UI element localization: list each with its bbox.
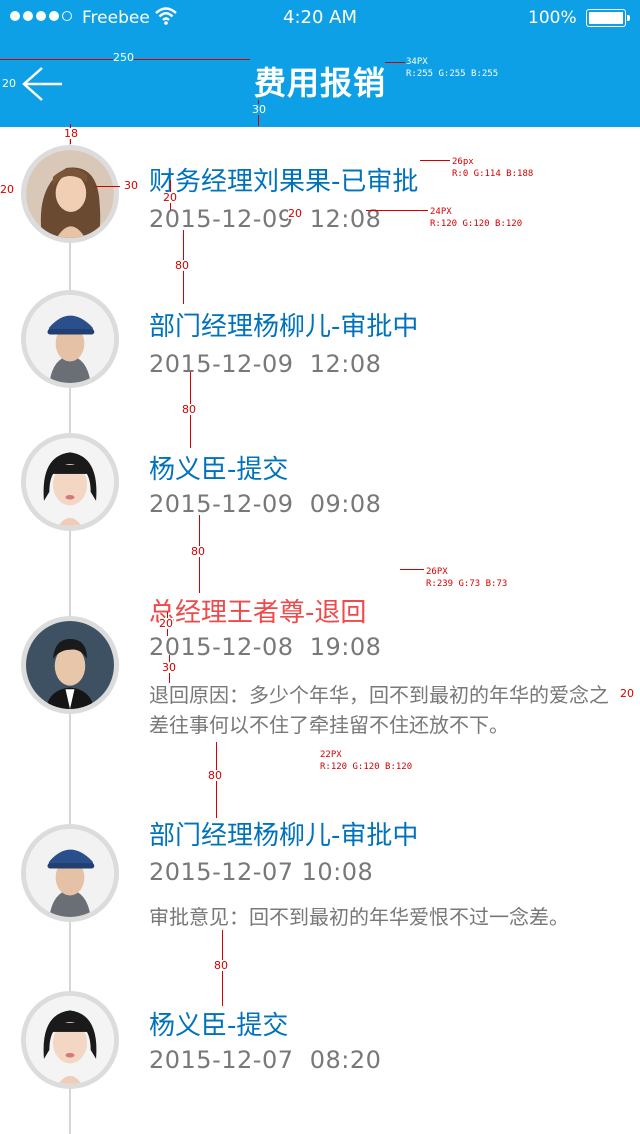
- measure-label: 20: [163, 191, 177, 204]
- measure-label: 20: [620, 687, 634, 700]
- timestamp: 2015-12-08 19:08: [149, 633, 382, 661]
- page-title: 费用报销: [253, 64, 386, 102]
- timestamp: 2015-12-09 12:08: [149, 350, 382, 378]
- navigation-header: Freebee 4:20 AM 100% 费用报销: [0, 0, 640, 127]
- timestamp: 2015-12-09 12:08: [149, 205, 382, 233]
- measure-label: 80: [214, 959, 228, 972]
- avatar: [21, 145, 119, 243]
- measure-label: 20: [2, 77, 16, 90]
- timestamp: 2015-12-07 10:08: [149, 858, 374, 886]
- measure-label: 250: [113, 51, 134, 64]
- spec-note: 26PX R:239 G:73 B:73: [426, 567, 508, 589]
- avatar: [21, 824, 119, 922]
- measure-line: [95, 186, 120, 187]
- measure-label: 30: [162, 661, 176, 674]
- measure-label: 80: [208, 769, 222, 782]
- avatar: [21, 290, 119, 388]
- measure-label: 18: [64, 127, 78, 140]
- status-bar: Freebee 4:20 AM 100%: [0, 0, 640, 36]
- reject-reason: 退回原因：多少个年华，回不到最初的年华的爱念之差往事何以不住了牵挂留不住还放不下…: [149, 683, 609, 737]
- measure-label: 80: [175, 259, 189, 272]
- spec-note: 34PX R:255 G:255 B:255: [406, 57, 499, 79]
- approver-name: 部门经理杨柳儿-审批中: [149, 821, 419, 851]
- avatar: [21, 991, 119, 1089]
- spec-note: 26px R:0 G:114 B:188: [452, 157, 534, 179]
- measure-label: 20: [0, 183, 14, 196]
- battery-icon: [586, 9, 630, 27]
- approval-comment: 审批意见：回不到最初的年华爱恨不过一念差。: [149, 905, 569, 929]
- approver-name: 杨义臣-提交: [149, 455, 289, 485]
- approver-name: 部门经理杨柳儿-审批中: [149, 312, 419, 342]
- battery-percentage: 100%: [528, 8, 577, 28]
- avatar: [21, 616, 119, 714]
- measure-line: [366, 210, 428, 211]
- measure-line: [385, 62, 405, 63]
- timestamp: 2015-12-07 08:20: [149, 1046, 382, 1074]
- spec-note: 24PX R:120 G:120 B:120: [430, 207, 523, 229]
- measure-label: 80: [191, 545, 205, 558]
- timestamp: 2015-12-09 09:08: [149, 490, 382, 518]
- approver-name: 财务经理刘果果-已审批: [149, 167, 419, 197]
- measure-label: 20: [159, 617, 173, 630]
- measure-label: 30: [252, 103, 266, 116]
- measure-label: 30: [124, 179, 138, 192]
- approver-name: 杨义臣-提交: [149, 1011, 289, 1041]
- measure-label: 80: [182, 403, 196, 416]
- measure-label: 20: [288, 207, 302, 220]
- approver-name: 总经理王者尊-退回: [149, 598, 367, 628]
- spec-note: 22PX R:120 G:120 B:120: [320, 750, 413, 772]
- measure-line: [420, 160, 450, 161]
- measure-line: [400, 569, 424, 570]
- avatar: [21, 433, 119, 531]
